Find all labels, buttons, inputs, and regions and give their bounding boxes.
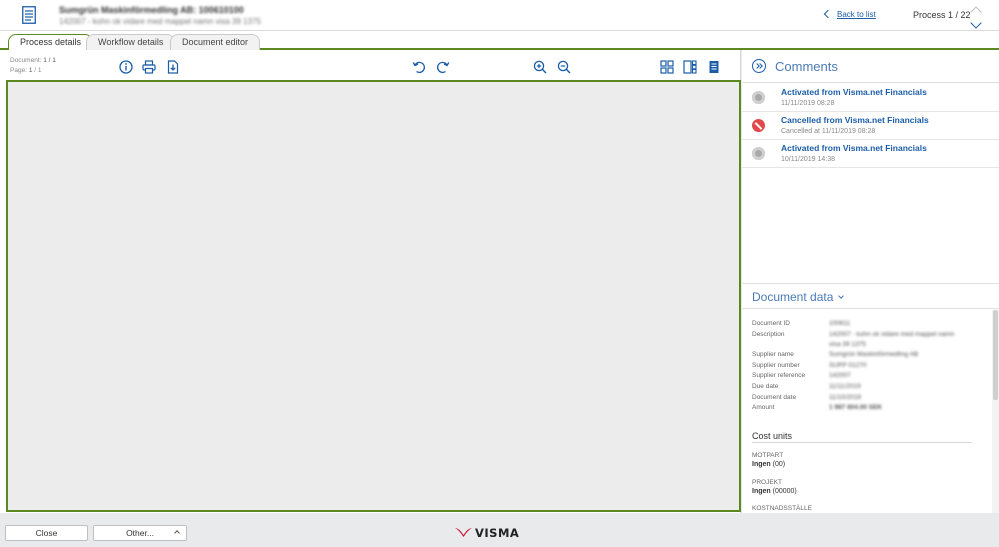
field-value: 142007: [829, 372, 851, 379]
expand-panel-icon[interactable]: [752, 59, 766, 73]
visma-logo-text: VISMA: [475, 526, 520, 540]
cost-unit-value: Ingen (00): [752, 461, 785, 468]
comment-meta: 10/11/2019 14:38: [781, 156, 835, 163]
field-label: Supplier reference: [752, 372, 806, 379]
back-to-list-label: Back to list: [837, 10, 876, 19]
document-page-info: Document: 1 / 1 Page: 1 / 1: [10, 56, 56, 76]
document-label: Document:: [10, 57, 42, 64]
divider: [752, 442, 972, 443]
field-value: visa 39 1375: [829, 341, 866, 348]
cost-unit-code: (00): [772, 461, 786, 468]
chevron-down-icon: [838, 293, 845, 299]
status-cancelled-icon: [752, 119, 765, 132]
field-value: 1 987 604.00 SEK: [829, 404, 883, 411]
cost-unit-label: KOSTNADSSTÄLLE: [752, 505, 812, 512]
document-index: 1 / 1: [43, 57, 56, 64]
field-label: Document date: [752, 394, 797, 401]
visma-swoosh-icon: [455, 528, 472, 537]
document-data-title-text: Document data: [752, 290, 834, 304]
tab-bar: Process details Workflow details Documen…: [0, 31, 999, 52]
cost-unit-code: (00000): [772, 488, 797, 495]
download-pdf-icon[interactable]: [166, 60, 180, 74]
chevron-left-icon: [823, 9, 833, 19]
page-total: / 1: [34, 67, 42, 74]
tab-workflow-details[interactable]: Workflow details: [86, 34, 176, 50]
field-value: SUPP 01270: [829, 362, 867, 369]
other-actions-button[interactable]: Other...: [93, 525, 187, 541]
status-neutral-icon: [752, 91, 765, 104]
cost-unit-value: Ingen (00000): [752, 488, 797, 495]
info-icon[interactable]: [119, 60, 133, 74]
process-title: Sumgrün Maskinförmedling AB: 100610100: [59, 5, 244, 15]
page-number: 1: [28, 67, 33, 74]
comment-title[interactable]: Activated from Visma.net Financials: [781, 143, 927, 153]
scrollbar-thumb[interactable]: [993, 310, 998, 400]
rotate-left-icon[interactable]: [412, 60, 426, 74]
single-page-icon[interactable]: [707, 60, 721, 74]
rotate-right-icon[interactable]: [436, 60, 450, 74]
grid-view-icon[interactable]: [660, 60, 674, 74]
comment-item: Activated from Visma.net Financials 10/1…: [742, 140, 999, 168]
zoom-out-icon[interactable]: [557, 60, 571, 74]
comment-item: Activated from Visma.net Financials 11/1…: [742, 84, 999, 112]
cost-units-title: Cost units: [752, 431, 793, 441]
cost-unit-label: PROJEKT: [752, 479, 782, 486]
comment-title[interactable]: Cancelled from Visma.net Financials: [781, 115, 929, 125]
document-data-scrollbar[interactable]: [992, 310, 999, 513]
cost-unit-label: MOTPART: [752, 452, 784, 459]
document-viewer: Document: 1 / 1 Page: 1 / 1: [0, 50, 741, 513]
field-label: Document ID: [752, 320, 790, 327]
side-panel: Comments Activated from Visma.net Financ…: [742, 50, 999, 513]
footer-bar: Close Other... VISMA: [0, 513, 999, 547]
zoom-in-icon[interactable]: [533, 60, 547, 74]
field-value: Sumgrün Maskinförmedling AB: [829, 351, 919, 358]
cost-unit-name: Ingen: [752, 488, 771, 495]
print-icon[interactable]: [142, 60, 156, 74]
back-to-list-link[interactable]: Back to list: [823, 9, 876, 19]
status-neutral-icon: [752, 147, 765, 160]
chevron-up-icon: [174, 530, 180, 536]
document-data-title[interactable]: Document data: [752, 290, 845, 304]
split-view-icon[interactable]: [683, 60, 697, 74]
comments-title: Comments: [775, 59, 838, 74]
field-value: 100611: [829, 320, 851, 327]
process-subtitle: 142007 - kohn ok vidare med mappel namn …: [59, 17, 261, 26]
document-canvas[interactable]: [6, 80, 741, 512]
page-label: Page:: [10, 67, 27, 74]
comment-title[interactable]: Activated from Visma.net Financials: [781, 87, 927, 97]
close-button[interactable]: Close: [5, 525, 88, 541]
comment-meta: Cancelled at 11/11/2019 08:28: [781, 128, 876, 135]
field-value: 11/11/2019: [829, 383, 861, 390]
field-value: 11/10/2019: [829, 394, 862, 401]
field-label: Supplier number: [752, 362, 800, 369]
process-header: Sumgrün Maskinförmedling AB: 100610100 1…: [0, 0, 999, 31]
field-label: Description: [752, 331, 785, 338]
cost-unit-name: Ingen: [752, 461, 771, 468]
comments-header: Comments: [742, 50, 999, 83]
next-process-icon[interactable]: [970, 17, 982, 29]
comment-item: Cancelled from Visma.net Financials Canc…: [742, 112, 999, 140]
process-navigation: [970, 5, 982, 29]
field-value: 142007 - kohn ok vidare med mappel namn: [829, 331, 955, 338]
document-data-header[interactable]: Document data: [742, 283, 999, 309]
field-label: Amount: [752, 404, 775, 411]
other-actions-label: Other...: [126, 528, 154, 538]
tab-document-editor[interactable]: Document editor: [170, 34, 261, 50]
comment-meta: 11/11/2019 08:28: [781, 100, 835, 107]
field-label: Supplier name: [752, 351, 794, 358]
previous-process-icon[interactable]: [970, 6, 982, 18]
document-icon: [22, 6, 36, 24]
process-counter: Process 1 / 22: [913, 10, 971, 20]
field-label: Due date: [752, 383, 779, 390]
